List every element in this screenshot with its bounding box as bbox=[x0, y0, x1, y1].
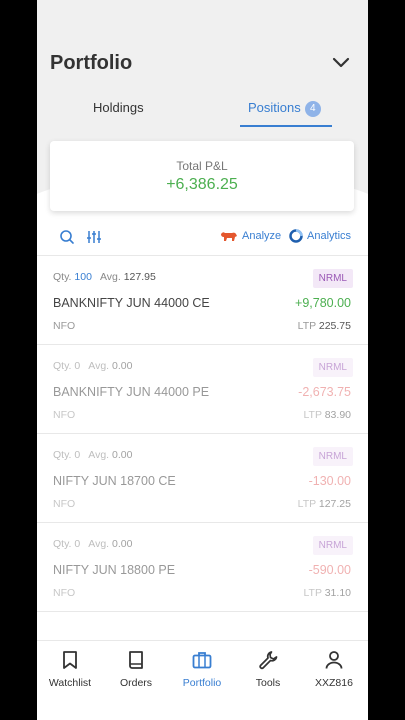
position-exchange: NFO bbox=[53, 320, 76, 332]
total-pnl-value: +6,386.25 bbox=[166, 176, 238, 193]
position-exchange: NFO bbox=[53, 409, 76, 421]
wrench-icon bbox=[259, 651, 278, 670]
avg-label: Avg. bbox=[88, 360, 110, 372]
briefcase-icon bbox=[192, 652, 212, 669]
qty-value: 0 bbox=[74, 360, 81, 372]
ltp-label: LTP bbox=[297, 320, 316, 332]
position-pnl: -2,673.75 bbox=[298, 385, 351, 399]
tab-holdings[interactable]: Holdings bbox=[93, 100, 144, 115]
qty-label: Qty. bbox=[53, 538, 72, 550]
bottom-nav: Watchlist Orders Portfolio Tools XXZ816 bbox=[37, 640, 368, 720]
analyze-label: Analyze bbox=[242, 230, 282, 242]
nav-portfolio-label: Portfolio bbox=[182, 677, 222, 689]
nav-orders[interactable]: Orders bbox=[103, 649, 169, 689]
position-pnl: +9,780.00 bbox=[295, 296, 351, 310]
ltp-value: 225.75 bbox=[318, 320, 351, 332]
active-tab-indicator bbox=[240, 125, 332, 127]
qty-label: Qty. bbox=[53, 449, 72, 461]
position-pnl: -130.00 bbox=[308, 474, 351, 488]
total-pnl-card: Total P&L +6,386.25 bbox=[50, 141, 354, 211]
user-icon bbox=[325, 651, 343, 669]
chevron-down-icon[interactable] bbox=[331, 55, 351, 71]
position-ltp: LTP 31.10 bbox=[304, 587, 352, 599]
tab-holdings-label: Holdings bbox=[93, 100, 144, 115]
search-icon[interactable] bbox=[58, 228, 76, 246]
position-pnl: -590.00 bbox=[308, 563, 351, 577]
total-pnl-label: Total P&L bbox=[176, 159, 228, 173]
analytics-icon bbox=[289, 229, 303, 243]
positions-count-badge: 4 bbox=[304, 101, 321, 117]
position-row[interactable]: Qty. 0 Avg. 0.00 NRML BANKNIFTY JUN 44000… bbox=[37, 345, 368, 433]
book-icon bbox=[129, 651, 143, 669]
positions-toolbar: Analyze Analytics bbox=[37, 226, 368, 248]
nav-account-label: XXZ816 bbox=[315, 677, 353, 689]
analytics-label: Analytics bbox=[307, 230, 352, 242]
position-qty-avg: Qty. 0 Avg. 0.00 bbox=[53, 538, 132, 550]
app-screen: Portfolio Holdings Positions 4 Total P&L … bbox=[37, 0, 368, 720]
position-ltp: LTP 225.75 bbox=[298, 320, 351, 332]
ltp-label: LTP bbox=[297, 498, 316, 510]
ltp-label: LTP bbox=[303, 587, 322, 599]
avg-value: 0.00 bbox=[112, 449, 133, 461]
nav-tools[interactable]: Tools bbox=[235, 649, 301, 689]
ltp-value: 31.10 bbox=[324, 587, 351, 599]
position-qty-avg: Qty. 0 Avg. 0.00 bbox=[53, 360, 132, 372]
tab-positions-label: Positions bbox=[248, 100, 301, 115]
avg-label: Avg. bbox=[88, 449, 110, 461]
position-exchange: NFO bbox=[53, 498, 76, 510]
qty-value: 100 bbox=[74, 271, 92, 283]
product-badge: NRML bbox=[312, 536, 353, 555]
nav-orders-label: Orders bbox=[119, 677, 153, 689]
avg-value: 127.95 bbox=[123, 271, 156, 283]
avg-value: 0.00 bbox=[112, 538, 133, 550]
avg-label: Avg. bbox=[99, 271, 121, 283]
product-badge: NRML bbox=[312, 269, 353, 288]
ltp-value: 127.25 bbox=[318, 498, 351, 510]
divider bbox=[37, 611, 368, 612]
page-title: Portfolio bbox=[50, 52, 133, 74]
position-ltp: LTP 83.90 bbox=[304, 409, 352, 421]
nav-watchlist-label: Watchlist bbox=[48, 677, 92, 689]
position-symbol: NIFTY JUN 18700 CE bbox=[53, 474, 176, 488]
bookmark-icon bbox=[63, 651, 77, 669]
product-badge: NRML bbox=[312, 358, 353, 377]
position-row[interactable]: Qty. 0 Avg. 0.00 NRML NIFTY JUN 18800 PE … bbox=[37, 523, 368, 611]
analyze-button[interactable]: Analyze bbox=[220, 229, 281, 243]
position-symbol: NIFTY JUN 18800 PE bbox=[53, 563, 176, 577]
ltp-label: LTP bbox=[303, 409, 322, 421]
tab-positions[interactable]: Positions 4 bbox=[248, 100, 321, 117]
qty-value: 0 bbox=[74, 538, 81, 550]
position-symbol: BANKNIFTY JUN 44000 PE bbox=[53, 385, 210, 399]
ltp-value: 83.90 bbox=[324, 409, 351, 421]
qty-label: Qty. bbox=[53, 271, 72, 283]
bull-icon bbox=[221, 232, 237, 241]
nav-tools-label: Tools bbox=[255, 677, 281, 689]
position-symbol: BANKNIFTY JUN 44000 CE bbox=[53, 296, 210, 310]
position-row[interactable]: Qty. 0 Avg. 0.00 NRML NIFTY JUN 18700 CE … bbox=[37, 434, 368, 522]
nav-account[interactable]: XXZ816 bbox=[301, 649, 367, 689]
position-row[interactable]: Qty. 100 Avg. 127.95 NRML BANKNIFTY JUN 4… bbox=[37, 256, 368, 344]
position-exchange: NFO bbox=[53, 587, 76, 599]
position-ltp: LTP 127.25 bbox=[298, 498, 351, 510]
filter-sliders-icon[interactable] bbox=[85, 228, 103, 246]
qty-value: 0 bbox=[74, 449, 81, 461]
position-qty-avg: Qty. 0 Avg. 0.00 bbox=[53, 449, 132, 461]
qty-label: Qty. bbox=[53, 360, 72, 372]
avg-label: Avg. bbox=[88, 538, 110, 550]
product-badge: NRML bbox=[312, 447, 353, 466]
nav-portfolio[interactable]: Portfolio bbox=[169, 649, 235, 689]
nav-watchlist[interactable]: Watchlist bbox=[37, 649, 103, 689]
position-qty-avg: Qty. 100 Avg. 127.95 bbox=[53, 271, 156, 283]
avg-value: 0.00 bbox=[112, 360, 133, 372]
analytics-button[interactable]: Analytics bbox=[289, 229, 351, 243]
